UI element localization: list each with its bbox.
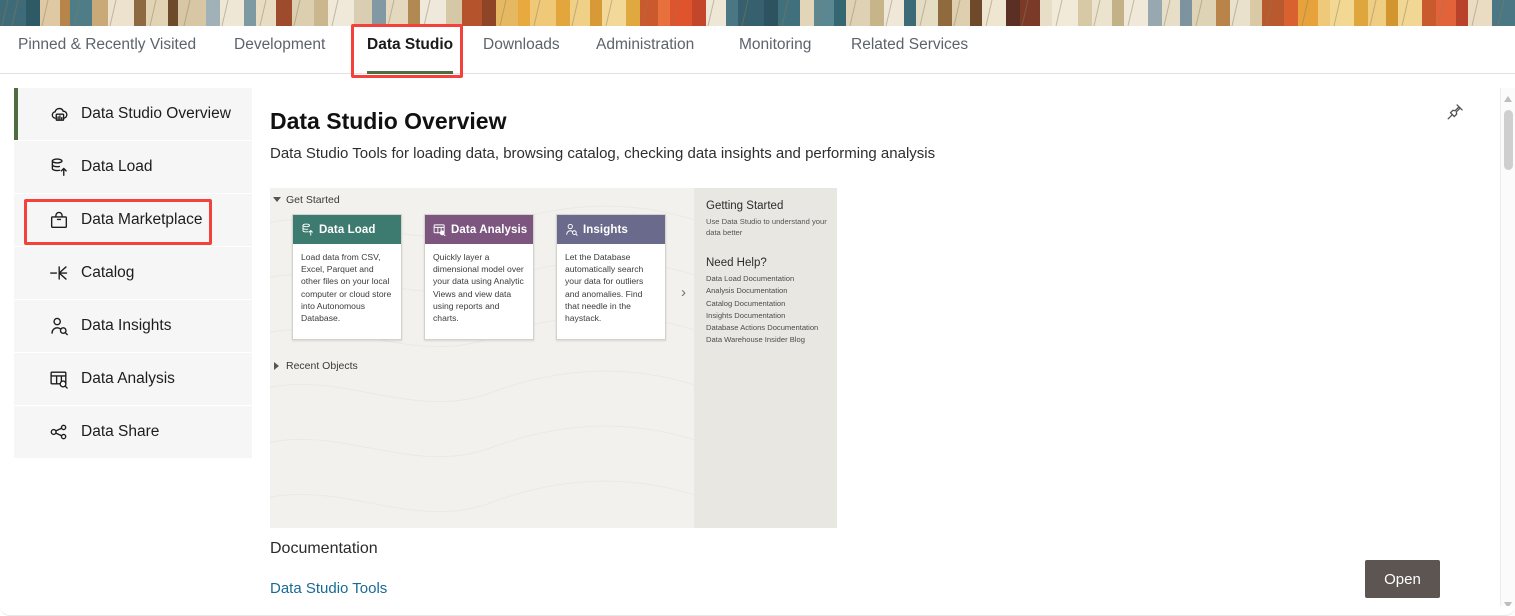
- recent-objects-expand-caret[interactable]: [274, 362, 279, 370]
- tab-label: Pinned & Recently Visited: [18, 36, 197, 53]
- cloud-chart-icon: [46, 103, 72, 125]
- tab-label: Downloads: [483, 36, 560, 53]
- table-search-icon: [46, 368, 72, 390]
- tab-label: Monitoring: [739, 36, 812, 53]
- sidebar-item-catalog[interactable]: Catalog: [14, 247, 252, 299]
- tab-pinned-recently-visited[interactable]: Pinned & Recently Visited: [16, 36, 198, 74]
- scrollbar-thumb[interactable]: [1504, 110, 1513, 170]
- preview-card-title: Data Analysis: [451, 223, 528, 236]
- page-bottom-edge: [0, 606, 1515, 616]
- preview-card-header: Insights: [557, 215, 665, 244]
- sidebar-nav: Data Studio Overview Data Load Data Market…: [14, 88, 252, 459]
- scroll-up-arrow-icon[interactable]: [1504, 96, 1512, 102]
- tab-administration[interactable]: Administration: [594, 36, 696, 74]
- data-studio-preview-image: Get Started Data Load Load data from CSV,…: [270, 188, 837, 528]
- need-help-link-list: Data Load Documentation Analysis Document…: [706, 273, 827, 347]
- sidebar-item-label: Data Analysis: [81, 370, 175, 388]
- preview-card-title: Data Load: [319, 223, 376, 236]
- vertical-scrollbar[interactable]: [1500, 88, 1515, 616]
- pin-icon[interactable]: [1445, 102, 1465, 127]
- preview-card-data-load[interactable]: Data Load Load data from CSV, Excel, Parq…: [292, 214, 402, 340]
- getting-started-text: Use Data Studio to understand your data …: [706, 217, 827, 237]
- page-title: Data Studio Overview: [270, 108, 507, 134]
- preview-card-body: Load data from CSV, Excel, Parquet and o…: [301, 252, 392, 324]
- need-help-link[interactable]: Database Actions Documentation: [706, 322, 827, 334]
- tab-label: Related Services: [851, 36, 969, 53]
- preview-card-insights[interactable]: Insights Let the Database automatically s…: [556, 214, 666, 340]
- next-arrow-icon[interactable]: ›: [681, 284, 686, 301]
- tab-label: Development: [234, 36, 326, 53]
- recent-objects-label: Recent Objects: [286, 360, 358, 372]
- documentation-link[interactable]: Data Studio Tools: [270, 580, 387, 597]
- sidebar-item-data-share[interactable]: Data Share: [14, 406, 252, 458]
- tab-related-services[interactable]: Related Services: [849, 36, 970, 74]
- need-help-link[interactable]: Analysis Documentation: [706, 285, 827, 297]
- share-nodes-icon: [46, 421, 72, 443]
- getting-started-panel: Getting Started Use Data Studio to under…: [694, 188, 837, 528]
- need-help-link[interactable]: Insights Documentation: [706, 310, 827, 322]
- preview-card-title: Insights: [583, 223, 628, 236]
- documentation-heading: Documentation: [270, 540, 378, 557]
- sidebar-item-data-studio-overview[interactable]: Data Studio Overview: [14, 88, 252, 140]
- primary-tab-bar: Pinned & Recently Visited Development Data…: [0, 26, 1515, 74]
- tab-label: Administration: [596, 36, 695, 53]
- tab-monitoring[interactable]: Monitoring: [737, 36, 813, 74]
- sidebar-item-label: Data Insights: [81, 317, 172, 335]
- preview-card-body: Let the Database automatically search yo…: [565, 252, 644, 324]
- sidebar-item-data-marketplace[interactable]: Data Marketplace: [14, 194, 252, 246]
- tab-downloads[interactable]: Downloads: [481, 36, 562, 74]
- page-subtitle: Data Studio Tools for loading data, brow…: [270, 145, 936, 162]
- get-started-label: Get Started: [286, 194, 340, 206]
- sidebar-item-data-load[interactable]: Data Load: [14, 141, 252, 193]
- catalog-icon: [46, 262, 72, 284]
- database-upload-icon: [46, 156, 72, 178]
- get-started-expand-caret[interactable]: [273, 197, 281, 202]
- open-button[interactable]: Open: [1365, 560, 1440, 598]
- need-help-link[interactable]: Data Warehouse Insider Blog: [706, 334, 827, 346]
- database-upload-icon: [300, 222, 315, 237]
- sidebar-item-label: Catalog: [81, 264, 135, 282]
- tab-label: Data Studio: [367, 36, 454, 53]
- need-help-heading: Need Help?: [706, 257, 767, 269]
- sidebar-item-label: Data Studio Overview: [81, 105, 231, 123]
- tab-development[interactable]: Development: [232, 36, 327, 74]
- person-search-icon: [46, 315, 72, 337]
- preview-card-data-analysis[interactable]: Data Analysis Quickly layer a dimensional…: [424, 214, 534, 340]
- person-search-icon: [564, 222, 579, 237]
- main-content: Data Studio Overview Data Studio Tools f…: [252, 88, 1497, 616]
- sidebar-item-label: Data Load: [81, 158, 153, 176]
- sidebar-item-data-insights[interactable]: Data Insights: [14, 300, 252, 352]
- sidebar-item-label: Data Marketplace: [81, 211, 203, 229]
- sidebar-item-data-analysis[interactable]: Data Analysis: [14, 353, 252, 405]
- preview-card-header: Data Load: [293, 215, 401, 244]
- sidebar-item-label: Data Share: [81, 423, 160, 441]
- table-search-icon: [432, 222, 447, 237]
- decorative-banner: [0, 0, 1515, 26]
- shopping-bag-icon: [46, 209, 72, 231]
- preview-card-header: Data Analysis: [425, 215, 533, 244]
- tab-active-underline: [367, 71, 454, 74]
- need-help-link[interactable]: Catalog Documentation: [706, 298, 827, 310]
- tab-data-studio[interactable]: Data Studio: [365, 36, 455, 74]
- need-help-link[interactable]: Data Load Documentation: [706, 273, 827, 285]
- getting-started-heading: Getting Started: [706, 200, 784, 212]
- preview-card-body: Quickly layer a dimensional model over y…: [433, 252, 524, 324]
